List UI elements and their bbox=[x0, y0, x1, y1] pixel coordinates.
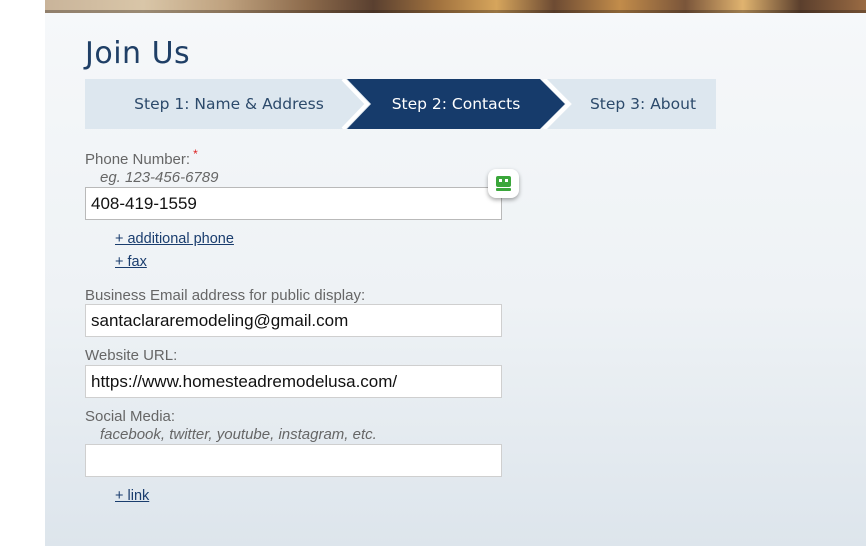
business-email-label: Business Email address for public displa… bbox=[85, 287, 366, 304]
phone-number-hint: eg. 123-456-6789 bbox=[100, 169, 219, 186]
additional-phone-link[interactable]: + additional phone bbox=[115, 231, 234, 247]
required-marker: * bbox=[193, 147, 198, 161]
password-manager-icon bbox=[496, 176, 511, 191]
social-media-input[interactable] bbox=[85, 444, 502, 477]
phone-number-input[interactable]: 408-419-1559 bbox=[85, 187, 502, 220]
header-photo-banner bbox=[45, 0, 866, 13]
step-2-label[interactable]: Step 2: Contacts bbox=[377, 79, 535, 129]
step-3-label[interactable]: Step 3: About bbox=[573, 79, 713, 129]
step-progress-bar: Step 1: Name & Address Step 2: Contacts … bbox=[85, 79, 716, 129]
step-1-label[interactable]: Step 1: Name & Address bbox=[105, 79, 353, 129]
password-manager-widget[interactable] bbox=[488, 169, 519, 198]
website-url-label: Website URL: bbox=[85, 347, 178, 364]
page-title: Join Us bbox=[85, 36, 191, 71]
add-link-link[interactable]: + link bbox=[115, 488, 149, 504]
add-fax-link[interactable]: + fax bbox=[115, 254, 147, 270]
phone-number-label: Phone Number: * bbox=[85, 147, 198, 168]
phone-number-label-text: Phone Number: bbox=[85, 151, 191, 168]
business-email-input[interactable]: santaclararemodeling@gmail.com bbox=[85, 304, 502, 337]
social-media-hint: facebook, twitter, youtube, instagram, e… bbox=[100, 426, 377, 443]
social-media-label: Social Media: bbox=[85, 408, 176, 425]
website-url-input[interactable]: https://www.homesteadremodelusa.com/ bbox=[85, 365, 502, 398]
